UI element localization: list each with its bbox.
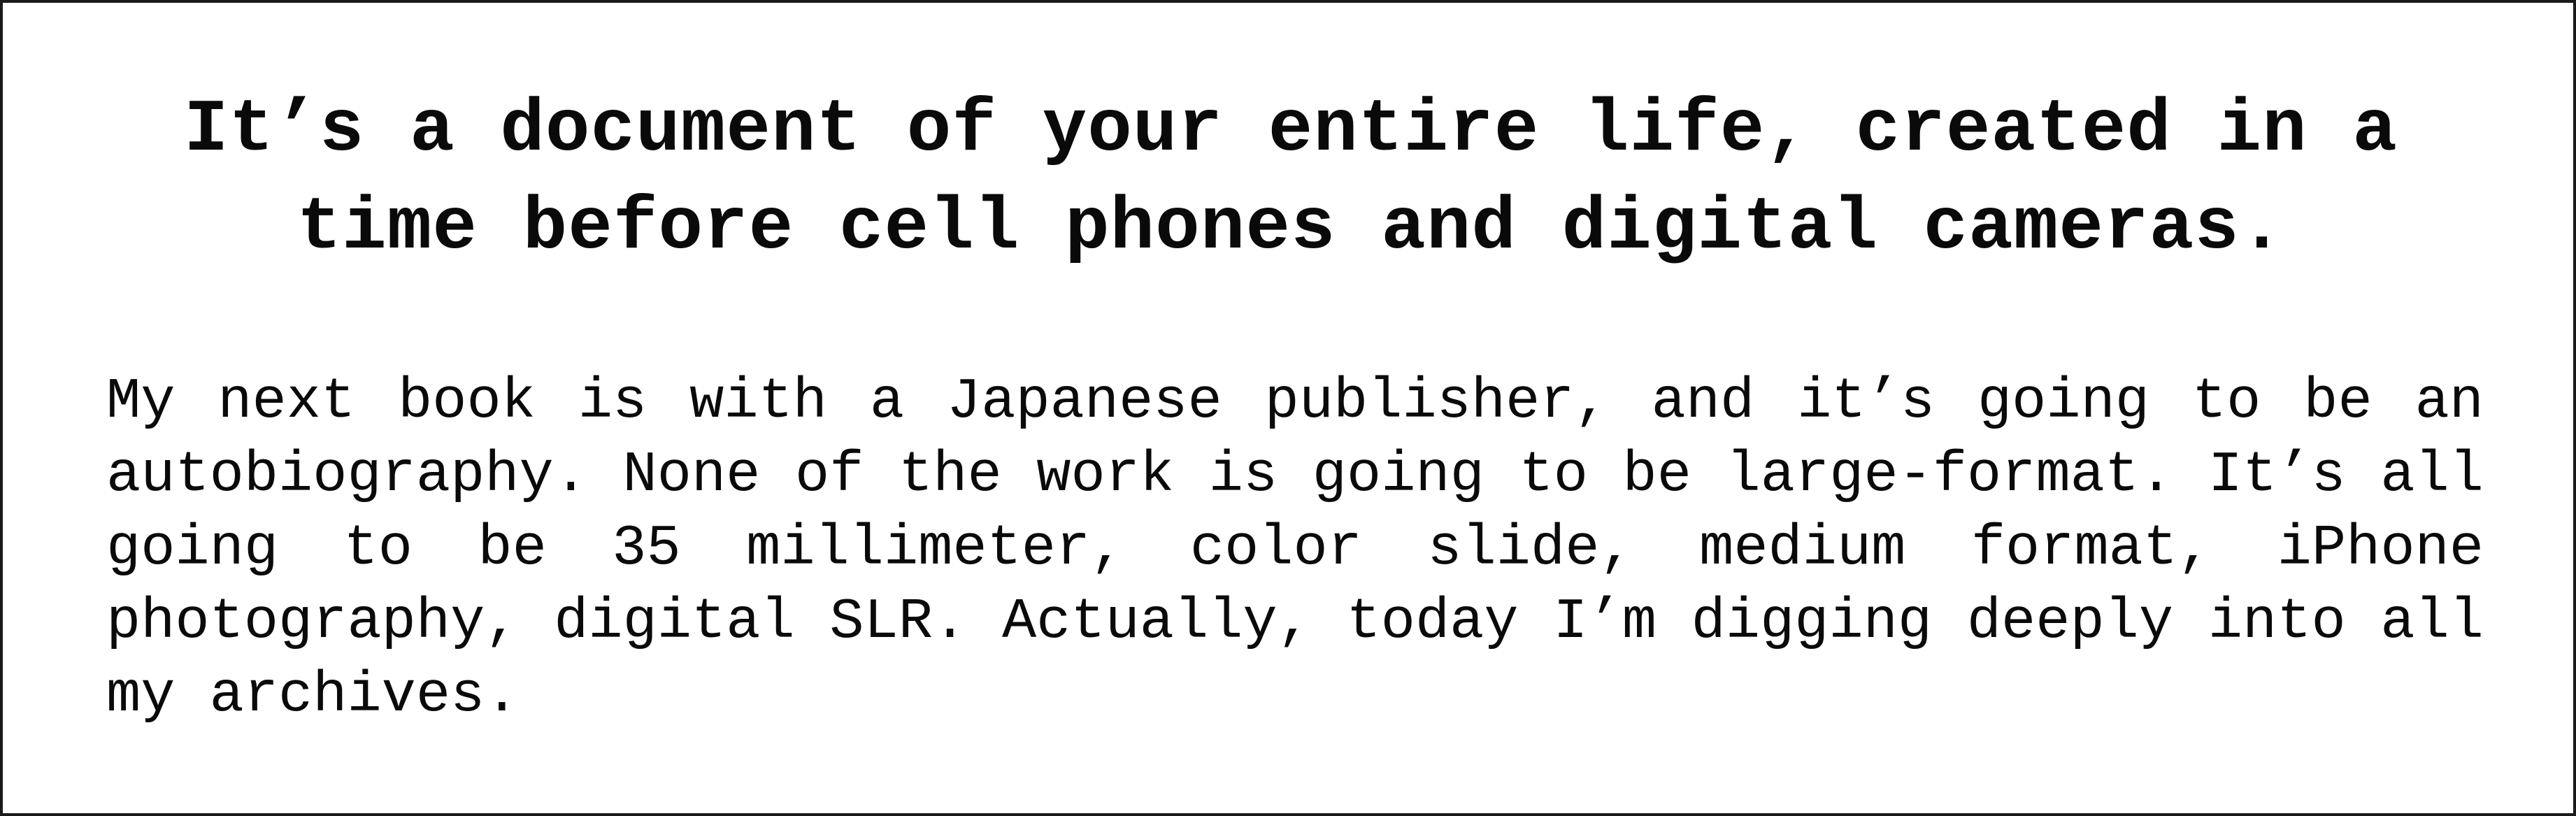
body-paragraph: My next book is with a Japanese publishe…: [106, 369, 2484, 728]
pull-quote-headline: It’s a document of your entire life, cre…: [184, 88, 2398, 270]
quote-card: It’s a document of your entire life, cre…: [0, 0, 2576, 816]
